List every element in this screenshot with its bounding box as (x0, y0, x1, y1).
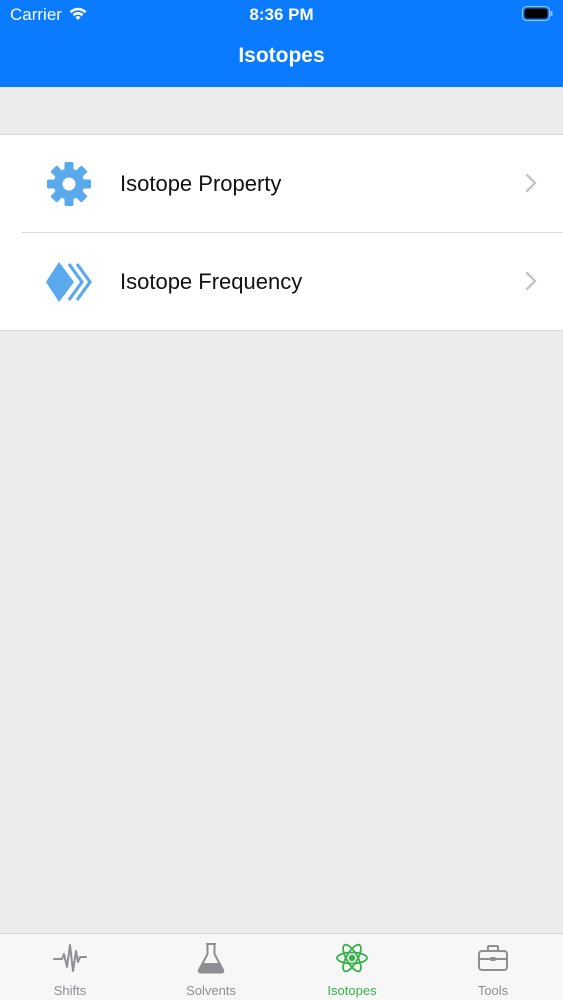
atom-icon (336, 943, 368, 973)
list-item-label: Isotope Frequency (120, 269, 303, 294)
chevron-right-icon (525, 173, 537, 193)
list-item-isotope-property[interactable]: Isotope Property (0, 135, 563, 232)
toolbox-icon (478, 945, 508, 971)
isotope-menu-list: Isotope Property Isotope Frequency (0, 134, 563, 331)
tab-label: Shifts (53, 983, 87, 998)
tab-shifts[interactable]: Shifts (0, 934, 140, 1000)
tab-label: Isotopes (327, 983, 377, 998)
status-time: 8:36 PM (249, 5, 314, 24)
tab-tools[interactable]: Tools (423, 934, 563, 1000)
waveform-icon (53, 944, 87, 972)
tab-isotopes[interactable]: Isotopes (282, 934, 422, 1000)
tab-label: Tools (477, 983, 509, 998)
flask-icon (197, 943, 225, 974)
chevron-right-icon (525, 271, 537, 291)
tab-label: Solvents (186, 983, 236, 998)
navigation-header: Carrier 8:36 PM Isotopes (0, 0, 563, 87)
gear-icon (47, 162, 91, 206)
battery-icon (522, 6, 553, 21)
status-bar: Carrier 8:36 PM (0, 0, 563, 28)
frequency-icon (46, 262, 92, 302)
tab-bar: Shifts Solvents Isotopes Tools (0, 933, 563, 1000)
app-screen: Carrier 8:36 PM Isotopes Isotope Propert… (0, 0, 563, 1000)
page-title: Isotopes (238, 44, 325, 67)
list-item-label: Isotope Property (120, 171, 282, 196)
list-item-isotope-frequency[interactable]: Isotope Frequency (22, 232, 563, 330)
tab-solvents[interactable]: Solvents (141, 934, 281, 1000)
